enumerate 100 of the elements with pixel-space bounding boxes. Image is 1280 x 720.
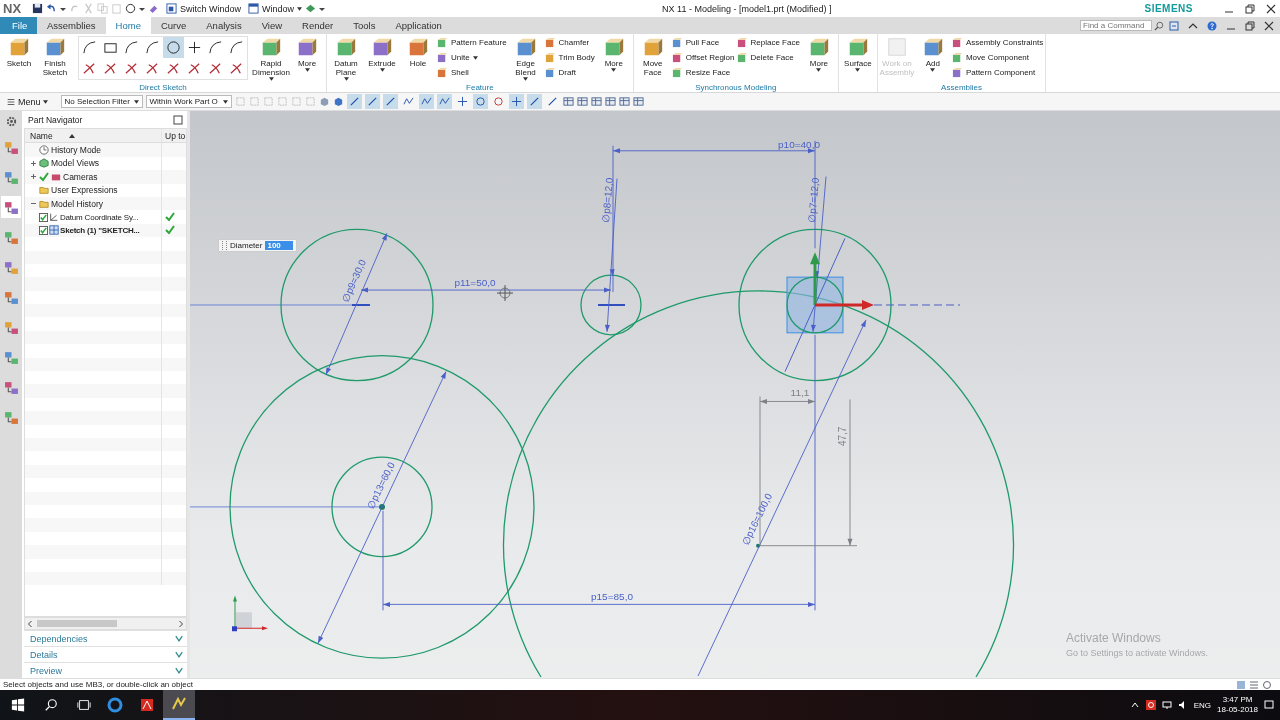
- menu-button[interactable]: Menu: [6, 96, 48, 107]
- app-tray-icon[interactable]: [1145, 700, 1156, 710]
- circle-icon[interactable]: [125, 3, 137, 14]
- ribbon-button[interactable]: Replace Face: [736, 36, 800, 49]
- language-indicator[interactable]: ENG: [1193, 700, 1212, 710]
- caret-icon[interactable]: [139, 5, 146, 12]
- snap-icon[interactable]: [346, 94, 362, 109]
- ribbon-button[interactable]: Sketch: [2, 36, 36, 68]
- ribbon-tab[interactable]: Application: [385, 17, 452, 34]
- close-icon[interactable]: [1264, 20, 1274, 31]
- ribbon-button[interactable]: Trim Body: [544, 51, 595, 64]
- ribbon-button[interactable]: Pattern Component: [951, 66, 1044, 79]
- ribbon-button[interactable]: Delete Face: [736, 51, 800, 64]
- ribbon-button[interactable]: Datum Plane: [329, 36, 363, 81]
- caret-icon[interactable]: [319, 5, 326, 12]
- ribbon-button[interactable]: Pull Face: [671, 36, 735, 49]
- checkbox[interactable]: [39, 225, 48, 235]
- ribbon-button[interactable]: Finish Sketch: [38, 36, 72, 77]
- dimension-label[interactable]: ∅p8=12,0: [600, 177, 615, 224]
- restore-icon[interactable]: [1245, 3, 1255, 14]
- view-tool-icon[interactable]: [562, 96, 574, 107]
- close-icon[interactable]: [1266, 3, 1276, 14]
- line-snap-icon[interactable]: [382, 94, 398, 109]
- restore-icon[interactable]: [1245, 20, 1255, 31]
- clock-date[interactable]: 18-05-2018: [1217, 705, 1258, 715]
- command-search-field[interactable]: Find a Command: [1080, 20, 1152, 31]
- windows-logo-icon[interactable]: [11, 698, 25, 712]
- nx-app-icon[interactable]: [163, 690, 195, 720]
- expander-icon[interactable]: [30, 173, 37, 181]
- ribbon-tab[interactable]: Render: [292, 17, 344, 34]
- ribbon-button[interactable]: More: [290, 36, 324, 72]
- shaded-view-icon[interactable]: [318, 96, 330, 107]
- save-icon[interactable]: [32, 3, 44, 14]
- ribbon-tab[interactable]: Assemblies: [37, 17, 106, 34]
- ribbon-tab[interactable]: Home: [105, 17, 151, 34]
- ribbon-button[interactable]: Draft: [544, 66, 595, 79]
- caret-up-icon[interactable]: [1129, 700, 1140, 710]
- eraser-icon[interactable]: [148, 3, 160, 14]
- view-tool-icon[interactable]: [632, 96, 644, 107]
- ribbon-button[interactable]: Edge Blend: [508, 36, 543, 81]
- dimension-label[interactable]: ∅p7=12,0: [806, 177, 821, 224]
- line-snap-icon[interactable]: [364, 94, 380, 109]
- plus-snap-icon[interactable]: [508, 94, 524, 109]
- ribbon-button[interactable]: Offset Region: [671, 51, 735, 64]
- navigator-icon[interactable]: [1, 196, 21, 218]
- collapsible-panel[interactable]: Details: [24, 646, 187, 662]
- ribbon-tab[interactable]: Curve: [150, 17, 197, 34]
- view-tool-icon[interactable]: [576, 96, 588, 107]
- ribbon-button[interactable]: Unite: [437, 51, 507, 64]
- tree-item[interactable]: Model Views: [51, 158, 100, 169]
- view-tool-icon[interactable]: [590, 96, 602, 107]
- view-tool-icon[interactable]: [604, 96, 616, 107]
- tree-item[interactable]: Cameras: [63, 171, 98, 182]
- clock-time[interactable]: 3:47 PM: [1222, 695, 1253, 705]
- column-header[interactable]: Name: [25, 129, 161, 143]
- tree-item[interactable]: User Expressions: [51, 185, 118, 196]
- ribbon-button[interactable]: Shell: [437, 66, 507, 79]
- ribbon-button[interactable]: More: [596, 36, 631, 72]
- dimension-label[interactable]: p11=50,0: [454, 277, 496, 289]
- collapsible-panel[interactable]: Dependencies: [24, 630, 187, 646]
- ribbon-tab[interactable]: View: [251, 17, 293, 34]
- ribbon-tab[interactable]: File: [0, 17, 37, 34]
- undo-icon[interactable]: [46, 3, 58, 14]
- filter-dropdown[interactable]: Within Work Part O: [145, 95, 232, 108]
- filter-dropdown[interactable]: No Selection Filter: [60, 95, 143, 108]
- diameter-input[interactable]: Diameter 100: [218, 239, 298, 252]
- panel-icon[interactable]: [1169, 20, 1179, 31]
- ribbon-button[interactable]: Pattern Feature: [437, 36, 507, 49]
- curve-snap-icon[interactable]: [436, 94, 452, 109]
- ribbon-button[interactable]: More: [801, 36, 836, 72]
- dimension-label[interactable]: p15=85,0: [591, 591, 633, 603]
- settings-icon[interactable]: [4, 115, 18, 128]
- notification-icon[interactable]: [1264, 700, 1274, 710]
- view-tool-icon[interactable]: [618, 96, 630, 107]
- task-view-icon[interactable]: [77, 698, 91, 712]
- window-menu-button[interactable]: Window: [248, 3, 303, 14]
- ribbon-button[interactable]: Surface: [840, 36, 875, 72]
- network-icon[interactable]: [1161, 700, 1172, 710]
- ribbon-button[interactable]: Extrude: [365, 36, 399, 72]
- help-icon[interactable]: [1207, 20, 1217, 31]
- ribbon-button[interactable]: Move Face: [635, 36, 670, 77]
- tree-item[interactable]: Datum Coordinate Sy...: [60, 212, 139, 222]
- ribbon-tab[interactable]: Analysis: [196, 17, 252, 34]
- checkbox[interactable]: [39, 212, 48, 222]
- ribbon-button[interactable]: Chamfer: [544, 36, 595, 49]
- cube-icon[interactable]: [332, 96, 344, 107]
- maximize-icon[interactable]: [173, 114, 183, 125]
- ribbon-button[interactable]: Hole: [401, 36, 435, 68]
- ribbon-button[interactable]: Add: [915, 36, 950, 72]
- ribbon-tab[interactable]: Tools: [343, 17, 386, 34]
- column-header[interactable]: Up to: [161, 129, 186, 143]
- line-snap-icon[interactable]: [526, 94, 542, 109]
- curve-snap-icon[interactable]: [418, 94, 434, 109]
- ribbon-button[interactable]: Resize Face: [671, 66, 735, 79]
- ribbon-button[interactable]: Rapid Dimension: [254, 36, 288, 81]
- caret-icon[interactable]: [60, 5, 67, 12]
- ribbon-button[interactable]: Assembly Constraints: [951, 36, 1044, 49]
- circle-snap-icon[interactable]: [472, 94, 488, 109]
- switch-window-button[interactable]: Switch Window: [166, 3, 242, 14]
- expander-icon[interactable]: [30, 159, 37, 167]
